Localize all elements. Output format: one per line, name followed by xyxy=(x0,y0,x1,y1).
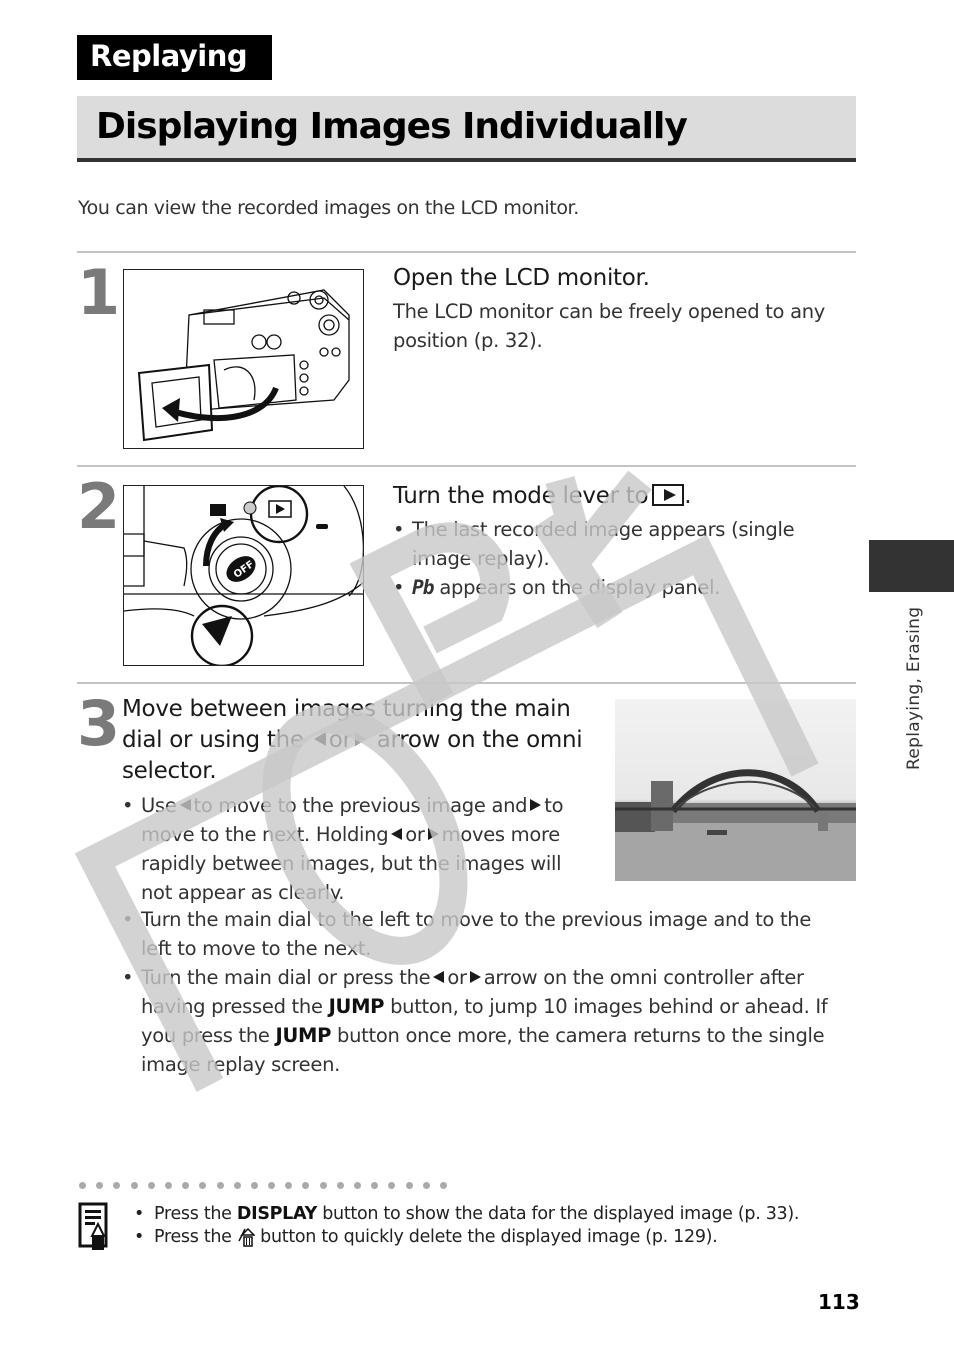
note-2: Press the button to quickly delete the d… xyxy=(134,1226,799,1249)
intro-text: You can view the recorded images on the … xyxy=(78,197,579,219)
right-arrow-icon xyxy=(354,732,367,746)
right-arrow-icon xyxy=(427,828,439,840)
step-divider xyxy=(77,682,856,684)
sample-photo-bridge xyxy=(615,699,856,881)
left-arrow-icon xyxy=(179,799,191,811)
page-number: 113 xyxy=(818,1290,860,1314)
step-number-3: 3 xyxy=(77,687,120,760)
replay-icon xyxy=(652,484,685,506)
jump-button-label: JUMP xyxy=(275,1024,332,1047)
step-3-bullet-1-text: Useto move to the previous image andto m… xyxy=(122,791,597,907)
step-divider xyxy=(77,251,856,253)
chapter-label: Replaying, Erasing xyxy=(904,606,924,770)
text-fragment: to move to the previous image and xyxy=(193,794,528,817)
chapter-tab xyxy=(869,540,954,592)
step-3-heading-or: or xyxy=(328,727,352,753)
left-arrow-icon xyxy=(391,828,403,840)
step-1-body: The LCD monitor can be freely opened to … xyxy=(393,300,826,352)
camera-lcd-illustration xyxy=(123,269,364,449)
step-2-bullets: The last recorded image appears (single … xyxy=(393,515,848,602)
step-2-heading-text: Turn the mode lever to xyxy=(393,483,649,509)
step-number-1: 1 xyxy=(77,256,120,329)
pb-display-symbol: Pb xyxy=(412,576,435,599)
step-2-heading-end: . xyxy=(684,483,692,509)
text-fragment: Turn the main dial or press the xyxy=(141,966,431,989)
display-button-label: DISPLAY xyxy=(236,1204,317,1224)
section-tag: Replaying xyxy=(77,35,272,80)
step-3-bullet-3: Turn the main dial or press theorarrow o… xyxy=(122,963,842,1079)
text-fragment: or xyxy=(447,966,467,989)
step-divider xyxy=(77,465,856,467)
page-title: Displaying Images Individually xyxy=(96,106,688,147)
note-1: Press the DISPLAY button to show the dat… xyxy=(134,1203,799,1226)
mode-lever-drawing: OFF xyxy=(124,486,363,665)
step-2-heading: Turn the mode lever to. xyxy=(393,481,692,512)
text-fragment: Use xyxy=(141,794,177,817)
step-2-bullet-2-text: appears on the display panel. xyxy=(439,576,721,599)
left-arrow-icon xyxy=(433,971,445,983)
text-fragment: button to show the data for the displaye… xyxy=(322,1204,800,1224)
step-3-heading: Move between images turning the main dia… xyxy=(122,694,602,787)
jump-button-label: JUMP xyxy=(328,995,385,1018)
mode-lever-illustration: OFF xyxy=(123,485,364,666)
text-fragment: button to quickly delete the displayed i… xyxy=(260,1227,718,1247)
text-fragment: or xyxy=(405,823,425,846)
right-arrow-icon xyxy=(469,971,481,983)
left-arrow-icon xyxy=(313,732,326,746)
note-separator xyxy=(79,1182,447,1189)
step-3-bullets-lower: Turn the main dial to the left to move t… xyxy=(122,905,842,1079)
step-2-bullet-2: Pb appears on the display panel. xyxy=(393,573,848,602)
note-icon xyxy=(78,1202,116,1250)
step-1-heading: Open the LCD monitor. xyxy=(393,265,650,291)
title-band: Displaying Images Individually xyxy=(77,96,856,162)
step-number-2: 2 xyxy=(77,470,120,543)
camera-lcd-drawing xyxy=(137,289,350,442)
step-3-bullet-2: Turn the main dial to the left to move t… xyxy=(122,905,842,963)
step-2-bullet-1: The last recorded image appears (single … xyxy=(393,515,848,573)
notes-list: Press the DISPLAY button to show the dat… xyxy=(134,1203,799,1249)
step-3-bullet-1: Useto move to the previous image andto m… xyxy=(122,791,597,907)
right-arrow-icon xyxy=(530,799,542,811)
erase-icon xyxy=(238,1227,256,1247)
text-fragment: Press the xyxy=(154,1204,232,1224)
bridge-photo-drawing xyxy=(615,769,856,881)
text-fragment: Press the xyxy=(154,1227,232,1247)
